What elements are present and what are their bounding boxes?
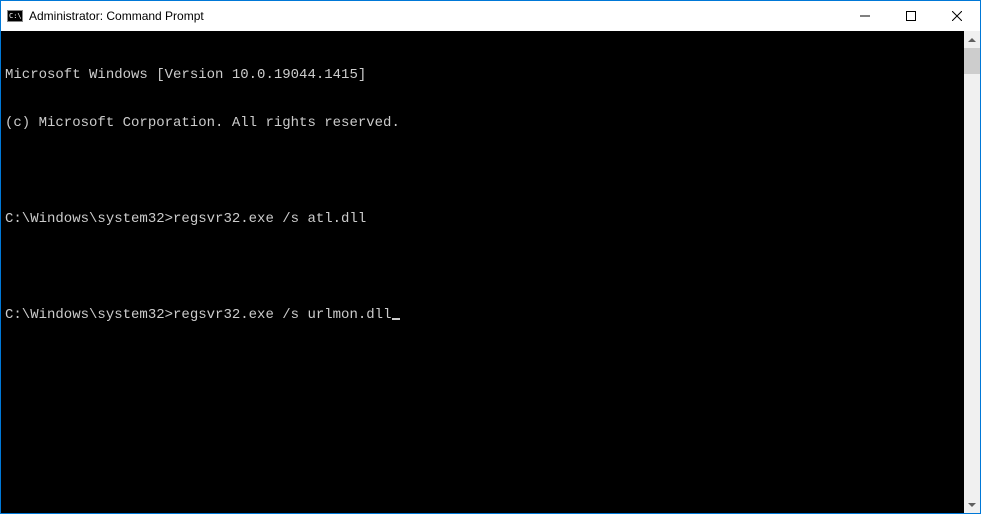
console-command-line: C:\Windows\system32>regsvr32.exe /s urlm… [5,307,962,323]
scrollbar-track[interactable] [964,48,980,496]
window-title: Administrator: Command Prompt [29,9,204,23]
console-prompt: C:\Windows\system32> [5,307,173,323]
console-header-line: (c) Microsoft Corporation. All rights re… [5,115,962,131]
scroll-down-button[interactable] [964,496,980,513]
close-button[interactable] [934,1,980,31]
scroll-up-button[interactable] [964,31,980,48]
console-header-line: Microsoft Windows [Version 10.0.19044.14… [5,67,962,83]
console-command-line: C:\Windows\system32>regsvr32.exe /s atl.… [5,211,962,227]
command-prompt-window: C:\ Administrator: Command Prompt [0,0,981,514]
console-prompt: C:\Windows\system32> [5,211,173,227]
console-command: regsvr32.exe /s atl.dll [173,211,366,227]
console-blank-line [5,259,962,275]
console-blank-line [5,163,962,179]
command-prompt-icon: C:\ [7,8,23,24]
client-area: Microsoft Windows [Version 10.0.19044.14… [1,31,980,513]
titlebar[interactable]: C:\ Administrator: Command Prompt [1,1,980,31]
console-command: regsvr32.exe /s urlmon.dll [173,307,391,323]
maximize-button[interactable] [888,1,934,31]
minimize-button[interactable] [842,1,888,31]
svg-text:C:\: C:\ [9,12,22,20]
console-output[interactable]: Microsoft Windows [Version 10.0.19044.14… [1,31,964,513]
window-controls [842,1,980,31]
text-cursor [392,318,400,320]
vertical-scrollbar[interactable] [964,31,980,513]
scrollbar-thumb[interactable] [964,48,980,74]
